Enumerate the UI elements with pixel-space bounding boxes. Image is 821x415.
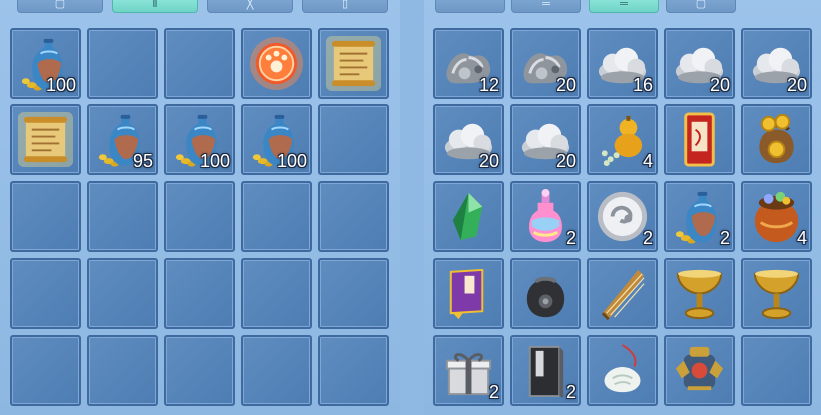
left-empty-slot[interactable] [10, 258, 81, 329]
right-inventory-panel: ═ ═ ▢ 12 20 16 20 20 20 20 4 2 2 2 4 2 2 [424, 0, 821, 415]
right-inventory-slot[interactable] [664, 335, 735, 406]
left-empty-slot[interactable] [87, 181, 158, 252]
left-tab-2[interactable]: Ⅱ [112, 0, 198, 13]
item-count: 95 [132, 151, 153, 171]
left-empty-slot[interactable] [318, 335, 389, 406]
left-empty-slot[interactable] [318, 104, 389, 175]
left-tab-1[interactable]: ▢ [17, 0, 103, 13]
item-count: 20 [555, 151, 576, 171]
item-count: 16 [632, 75, 653, 95]
left-inventory-slot[interactable]: 100 [10, 28, 81, 99]
right-inventory-slot[interactable] [664, 258, 735, 329]
right-tab-3[interactable]: ═ [589, 0, 659, 13]
right-inventory-slot[interactable] [433, 181, 504, 252]
left-empty-slot[interactable] [87, 335, 158, 406]
right-inventory-slot[interactable] [587, 335, 658, 406]
left-empty-slot[interactable] [87, 28, 158, 99]
right-inventory-slot[interactable]: 20 [510, 28, 581, 99]
left-empty-slot[interactable] [164, 28, 235, 99]
right-inventory-slot[interactable]: 2 [587, 181, 658, 252]
left-tab-3[interactable]: ╳ [207, 0, 293, 13]
left-inventory-slot[interactable]: 95 [87, 104, 158, 175]
left-inventory-slot[interactable] [10, 104, 81, 175]
right-inventory-slot[interactable]: 20 [510, 104, 581, 175]
left-empty-slot[interactable] [164, 335, 235, 406]
right-inventory-slot[interactable]: 2 [510, 335, 581, 406]
left-inventory-slot[interactable]: 100 [241, 104, 312, 175]
left-inventory-slot[interactable] [241, 28, 312, 99]
right-tab-1[interactable] [435, 0, 505, 13]
left-tab-4[interactable]: ▯ [302, 0, 388, 13]
right-inventory-slot[interactable]: 20 [433, 104, 504, 175]
left-empty-slot[interactable] [164, 181, 235, 252]
left-empty-slot[interactable] [318, 258, 389, 329]
item-count: 20 [555, 75, 576, 95]
left-empty-slot[interactable] [10, 335, 81, 406]
left-empty-slot[interactable] [87, 258, 158, 329]
item-count: 4 [642, 151, 653, 171]
item-count: 2 [719, 228, 730, 248]
right-inventory-slot[interactable]: 2 [664, 181, 735, 252]
right-inventory-slot[interactable]: 2 [433, 335, 504, 406]
right-empty-slot[interactable] [741, 335, 812, 406]
right-inventory-slot[interactable] [510, 258, 581, 329]
right-inventory-slot[interactable]: 4 [587, 104, 658, 175]
left-empty-slot[interactable] [241, 181, 312, 252]
right-inventory-slot[interactable]: 12 [433, 28, 504, 99]
right-inventory-slot[interactable]: 2 [510, 181, 581, 252]
left-empty-slot[interactable] [241, 258, 312, 329]
left-inventory-panel: ▢ Ⅱ ╳ ▯ 100 95 100 100 [0, 0, 400, 415]
left-empty-slot[interactable] [241, 335, 312, 406]
right-inventory-slot[interactable]: 4 [741, 181, 812, 252]
item-count: 2 [565, 228, 576, 248]
item-count: 100 [199, 151, 230, 171]
right-inventory-slot[interactable]: 16 [587, 28, 658, 99]
item-count: 12 [478, 75, 499, 95]
right-inventory-slot[interactable] [741, 258, 812, 329]
right-inventory-slot[interactable]: 20 [664, 28, 735, 99]
item-count: 20 [786, 75, 807, 95]
item-count: 100 [45, 75, 76, 95]
item-count: 100 [276, 151, 307, 171]
left-inventory-slot[interactable]: 100 [164, 104, 235, 175]
right-inventory-slot[interactable] [587, 258, 658, 329]
item-count: 2 [565, 382, 576, 402]
right-inventory-slot[interactable] [433, 258, 504, 329]
item-count: 20 [709, 75, 730, 95]
item-count: 20 [478, 151, 499, 171]
right-inventory-slot[interactable] [741, 104, 812, 175]
left-empty-slot[interactable] [10, 181, 81, 252]
left-empty-slot[interactable] [318, 181, 389, 252]
item-count: 4 [796, 228, 807, 248]
right-inventory-slot[interactable]: 20 [741, 28, 812, 99]
right-inventory-slot[interactable] [664, 104, 735, 175]
left-inventory-slot[interactable] [318, 28, 389, 99]
left-empty-slot[interactable] [164, 258, 235, 329]
item-count: 2 [488, 382, 499, 402]
right-tab-4[interactable]: ▢ [666, 0, 736, 13]
item-count: 2 [642, 228, 653, 248]
right-tab-2[interactable]: ═ [511, 0, 581, 13]
